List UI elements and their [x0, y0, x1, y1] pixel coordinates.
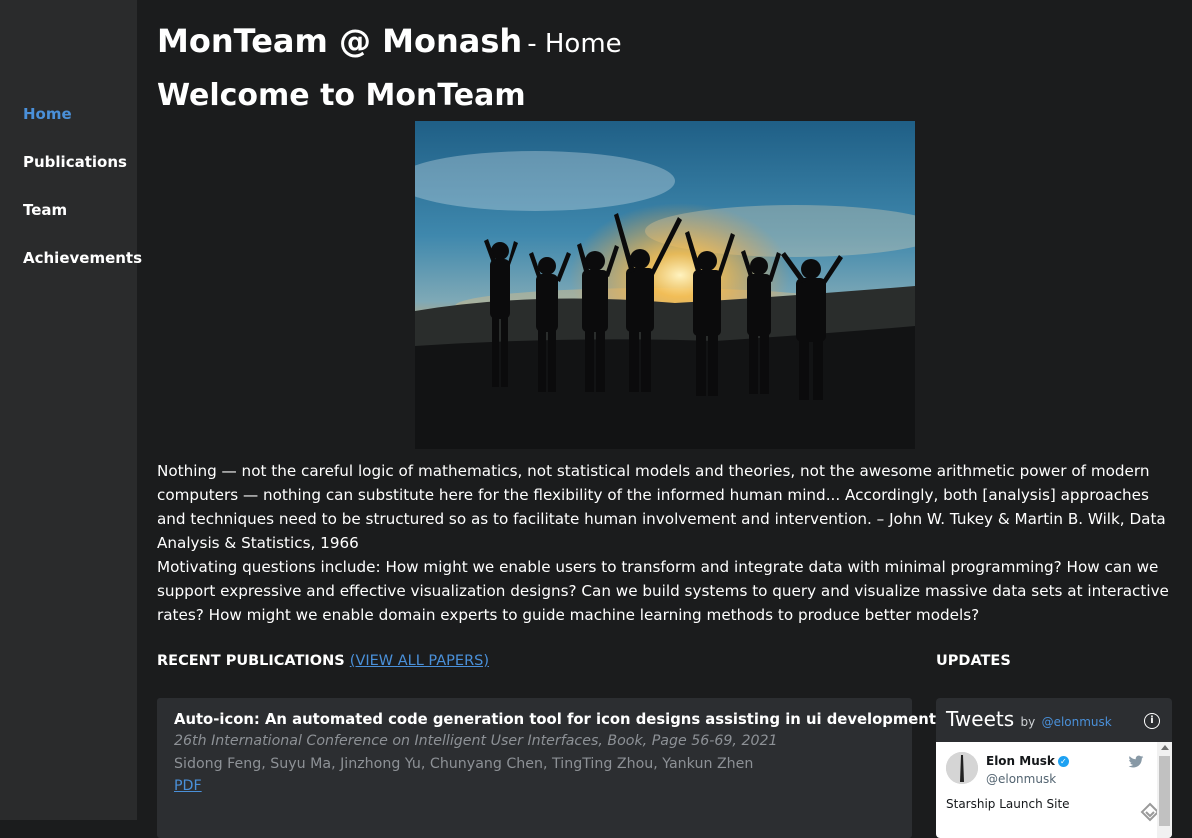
publication-title: Auto-icon: An automated code generation … — [174, 711, 936, 728]
publication-card: Auto-icon: An automated code generation … — [157, 698, 936, 838]
tweet-author-username[interactable]: @elonmusk — [986, 772, 1056, 786]
updates-heading: UPDATES — [936, 653, 1011, 669]
publication-authors: Sidong Feng, Suyu Ma, Jinzhong Yu, Chuny… — [174, 756, 754, 772]
page-title: MonTeam @ Monash - Home — [157, 22, 622, 60]
twitter-timeline-widget: Tweets by @elonmusk i Elon Musk ✓ @elonmu… — [936, 698, 1172, 838]
publication-pdf-link[interactable]: PDF — [174, 778, 202, 794]
recent-publications-heading: RECENT PUBLICATIONS (VIEW ALL PAPERS) — [157, 653, 489, 669]
team-silhouette-sunset-image — [415, 121, 915, 449]
tweet-item[interactable]: Elon Musk ✓ @elonmusk Starship Launch Sit… — [936, 742, 1172, 838]
hero-image — [415, 121, 915, 449]
tweet-text: Starship Launch Site — [946, 797, 1070, 811]
tweet-author-name[interactable]: Elon Musk ✓ — [986, 754, 1069, 768]
intro-quote: Nothing — not the careful logic of mathe… — [157, 462, 1166, 552]
scroll-up-arrow-icon[interactable] — [1161, 745, 1169, 750]
tweets-handle-link[interactable]: @elonmusk — [1042, 715, 1112, 729]
nav-item-team[interactable]: Team — [23, 200, 142, 248]
info-icon[interactable]: i — [1144, 713, 1160, 729]
twitter-bird-icon[interactable] — [1128, 754, 1144, 773]
page-suffix: - Home — [527, 29, 622, 59]
publication-venue: 26th International Conference on Intelli… — [174, 733, 778, 749]
nav-item-achievements[interactable]: Achievements — [23, 248, 142, 296]
intro-text: Nothing — not the careful logic of mathe… — [157, 459, 1177, 627]
tweets-scrollbar[interactable] — [1157, 742, 1172, 838]
intro-questions: Motivating questions include: How might … — [157, 558, 1169, 624]
scrollbar-thumb[interactable] — [1159, 756, 1170, 826]
tweets-title: Tweets by @elonmusk — [946, 707, 1112, 731]
sidebar: Home Publications Team Achievements — [0, 0, 142, 820]
nav-item-home[interactable]: Home — [23, 104, 142, 152]
tweets-by-label: by — [1020, 715, 1036, 729]
avatar[interactable] — [946, 752, 978, 784]
verified-badge-icon: ✓ — [1057, 756, 1069, 767]
tweet-author-name-label: Elon Musk — [986, 754, 1055, 768]
sidebar-nav: Home Publications Team Achievements — [23, 104, 142, 296]
site-name: MonTeam @ Monash — [157, 22, 523, 60]
view-all-papers-link[interactable]: (VIEW ALL PAPERS) — [350, 653, 489, 669]
tweets-title-label: Tweets — [946, 707, 1015, 731]
tweets-header: Tweets by @elonmusk i — [936, 698, 1172, 742]
recent-publications-label: RECENT PUBLICATIONS — [157, 653, 345, 669]
nav-item-publications[interactable]: Publications — [23, 152, 142, 200]
welcome-heading: Welcome to MonTeam — [157, 78, 526, 113]
